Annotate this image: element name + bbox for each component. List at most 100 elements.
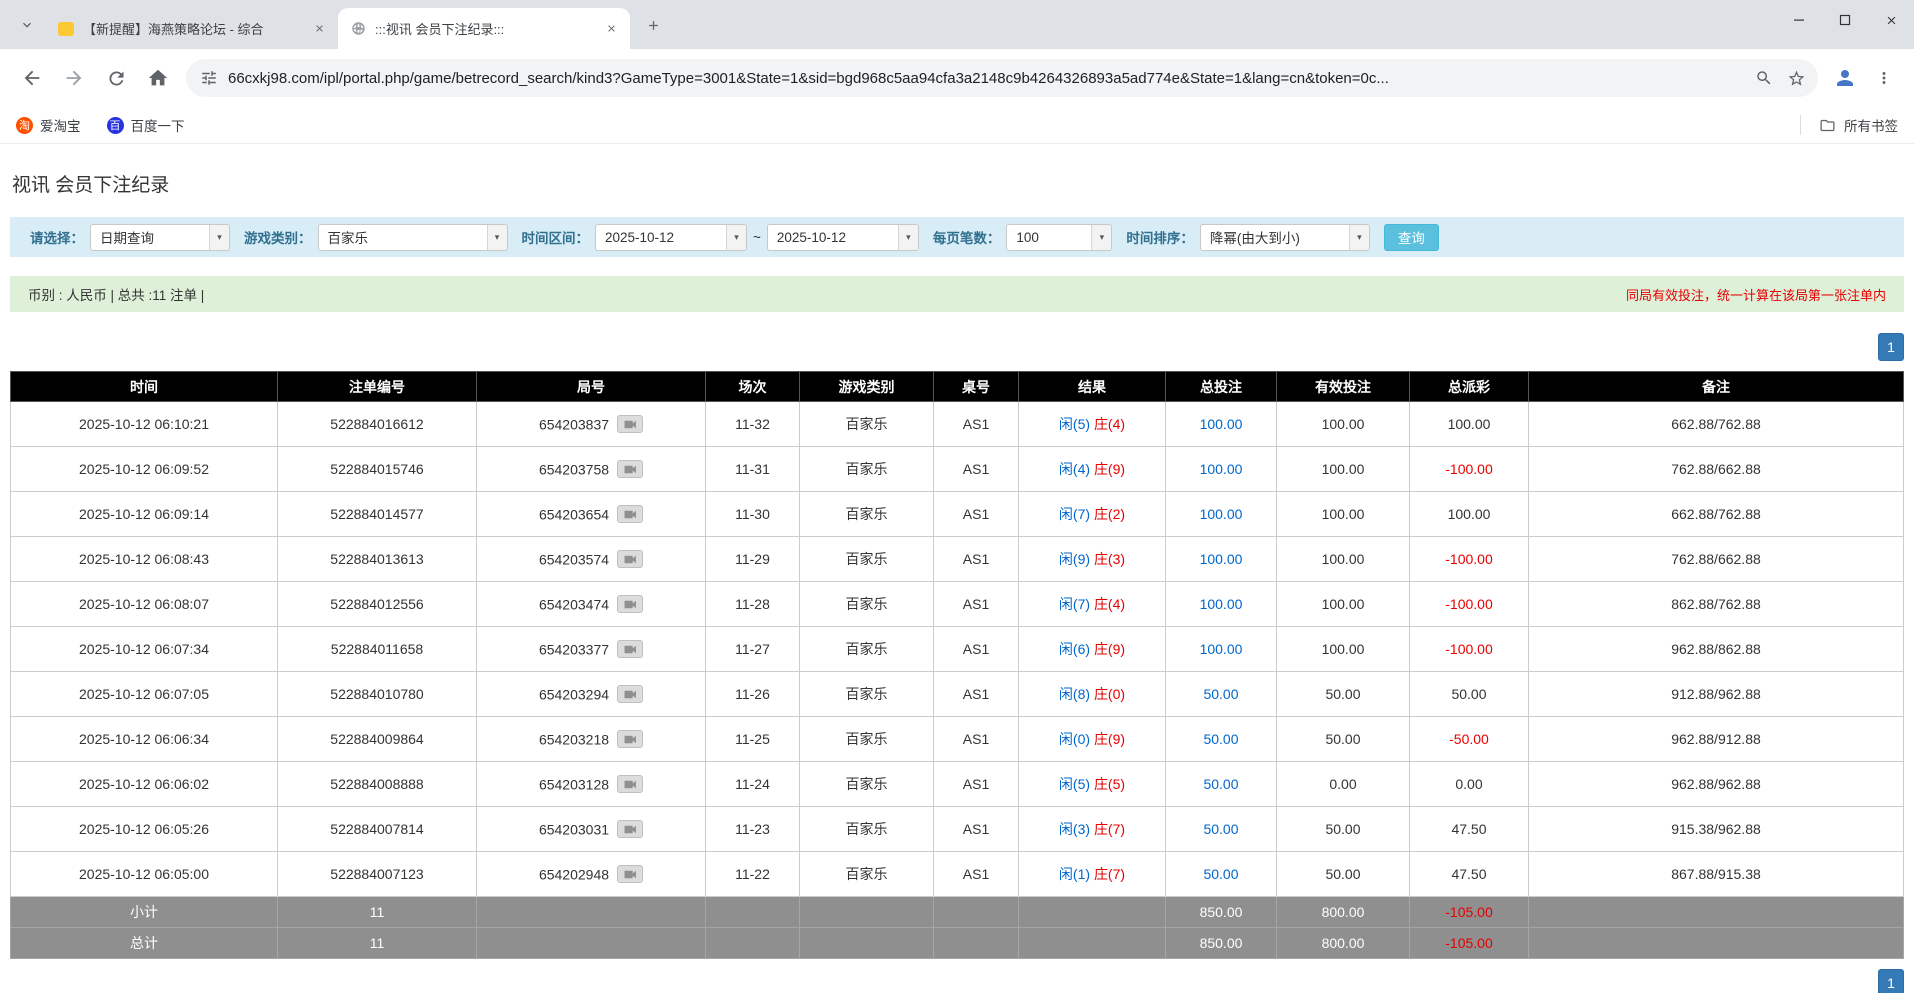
bet-table-body: 2025-10-12 06:10:21522884016612654203837…: [11, 402, 1904, 959]
video-replay-icon[interactable]: [617, 730, 643, 748]
folder-icon: [1819, 117, 1836, 134]
page-number-button[interactable]: 1: [1878, 333, 1904, 361]
filter-bar: 请选择： 日期查询 ▾ 游戏类别： 百家乐 ▾ 时间区间： 2025-10-12…: [10, 217, 1904, 257]
cell-game-type: 百家乐: [800, 627, 934, 672]
video-replay-icon[interactable]: [617, 865, 643, 883]
home-button[interactable]: [138, 58, 178, 98]
browser-tab-forum[interactable]: 【新提醒】海燕策略论坛 - 综合: [46, 8, 338, 49]
sort-order-value: 降幂(由大到小): [1201, 227, 1349, 247]
search-button[interactable]: 查询: [1384, 224, 1439, 251]
tab-close-icon[interactable]: [602, 20, 620, 38]
site-info-icon[interactable]: [200, 69, 218, 87]
cell-time: 2025-10-12 06:08:43: [11, 537, 278, 582]
maximize-button[interactable]: [1822, 0, 1868, 40]
zoom-icon[interactable]: [1748, 62, 1780, 94]
date-from-select[interactable]: 2025-10-12 ▾: [595, 224, 747, 251]
close-window-button[interactable]: [1868, 0, 1914, 40]
cell-total-bet[interactable]: 50.00: [1166, 852, 1277, 897]
page-size-select[interactable]: 100 ▾: [1006, 224, 1112, 251]
cell-total-bet[interactable]: 50.00: [1166, 807, 1277, 852]
cell-total-bet[interactable]: 50.00: [1166, 762, 1277, 807]
all-bookmarks-label: 所有书签: [1844, 115, 1898, 135]
date-range-label: 时间区间：: [522, 227, 590, 247]
refresh-icon: [106, 68, 127, 89]
summary-payout: -105.00: [1410, 928, 1529, 959]
video-replay-icon[interactable]: [617, 505, 643, 523]
cell-table-no: AS1: [934, 402, 1019, 447]
cell-game-type: 百家乐: [800, 537, 934, 582]
cell-round: 654203474: [477, 582, 706, 627]
minimize-button[interactable]: [1776, 0, 1822, 40]
cell-session: 11-25: [706, 717, 800, 762]
cell-session: 11-31: [706, 447, 800, 492]
page-number-button[interactable]: 1: [1878, 969, 1904, 993]
video-replay-icon[interactable]: [617, 640, 643, 658]
all-bookmarks-button[interactable]: 所有书签: [1800, 115, 1898, 135]
video-replay-icon[interactable]: [617, 550, 643, 568]
chevron-down-icon[interactable]: ▾: [898, 225, 918, 250]
column-header: 总派彩: [1410, 372, 1529, 402]
cell-time: 2025-10-12 06:06:02: [11, 762, 278, 807]
cell-total-bet[interactable]: 100.00: [1166, 582, 1277, 627]
column-header: 局号: [477, 372, 706, 402]
cell-table-no: AS1: [934, 627, 1019, 672]
query-type-select[interactable]: 日期查询 ▾: [90, 224, 230, 251]
window-controls: [1776, 0, 1914, 40]
address-bar[interactable]: 66cxkj98.com/ipl/portal.php/game/betreco…: [186, 59, 1818, 97]
cell-total-bet[interactable]: 100.00: [1166, 492, 1277, 537]
refresh-button[interactable]: [96, 58, 136, 98]
tab-search-button[interactable]: [12, 10, 42, 40]
video-replay-icon[interactable]: [617, 775, 643, 793]
video-replay-icon[interactable]: [617, 685, 643, 703]
bookmark-taobao[interactable]: 淘 爱淘宝: [16, 115, 81, 135]
video-replay-icon[interactable]: [617, 415, 643, 433]
date-to-select[interactable]: 2025-10-12 ▾: [767, 224, 919, 251]
video-replay-icon[interactable]: [617, 595, 643, 613]
video-replay-icon[interactable]: [617, 820, 643, 838]
summary-empty-cell: [934, 928, 1019, 959]
cell-session: 11-23: [706, 807, 800, 852]
summary-empty-cell: [800, 897, 934, 928]
summary-payout: -105.00: [1410, 897, 1529, 928]
forward-button[interactable]: [54, 58, 94, 98]
new-tab-button[interactable]: [638, 10, 668, 40]
chevron-down-icon[interactable]: ▾: [209, 225, 229, 250]
table-row: 2025-10-12 06:08:07522884012556654203474…: [11, 582, 1904, 627]
tab-close-icon[interactable]: [310, 20, 328, 38]
bookmark-baidu[interactable]: 百 百度一下: [107, 115, 185, 135]
cell-game-type: 百家乐: [800, 447, 934, 492]
plus-icon: [646, 18, 661, 33]
cell-payout: -100.00: [1410, 537, 1529, 582]
browser-menu-button[interactable]: [1866, 60, 1902, 96]
summary-label: 小计: [11, 897, 278, 928]
cell-total-bet[interactable]: 100.00: [1166, 537, 1277, 582]
cell-payout: 47.50: [1410, 852, 1529, 897]
chevron-down-icon[interactable]: ▾: [1349, 225, 1369, 250]
bookmarks-bar: 淘 爱淘宝 百 百度一下 所有书签: [0, 107, 1914, 144]
profile-avatar-button[interactable]: [1826, 59, 1864, 97]
browser-tab-betrecord[interactable]: :::视讯 会员下注纪录:::: [338, 8, 630, 49]
sort-order-select[interactable]: 降幂(由大到小) ▾: [1200, 224, 1370, 251]
table-row: 2025-10-12 06:09:14522884014577654203654…: [11, 492, 1904, 537]
cell-table-no: AS1: [934, 717, 1019, 762]
cell-total-bet[interactable]: 50.00: [1166, 672, 1277, 717]
chevron-down-icon[interactable]: ▾: [487, 225, 507, 250]
cell-total-bet[interactable]: 100.00: [1166, 447, 1277, 492]
cell-table-no: AS1: [934, 582, 1019, 627]
cell-table-no: AS1: [934, 492, 1019, 537]
summary-empty-cell: [1529, 928, 1904, 959]
chevron-down-icon[interactable]: ▾: [726, 225, 746, 250]
cell-result: 闲(5) 庄(4): [1019, 402, 1166, 447]
cell-table-no: AS1: [934, 852, 1019, 897]
video-replay-icon[interactable]: [617, 460, 643, 478]
cell-table-no: AS1: [934, 672, 1019, 717]
cell-total-bet[interactable]: 100.00: [1166, 627, 1277, 672]
game-type-select[interactable]: 百家乐 ▾: [318, 224, 508, 251]
cell-total-bet[interactable]: 50.00: [1166, 717, 1277, 762]
bookmark-star-icon[interactable]: [1780, 62, 1812, 94]
cell-session: 11-27: [706, 627, 800, 672]
cell-total-bet[interactable]: 100.00: [1166, 402, 1277, 447]
back-button[interactable]: [12, 58, 52, 98]
page-size-value: 100: [1007, 230, 1091, 245]
chevron-down-icon[interactable]: ▾: [1091, 225, 1111, 250]
